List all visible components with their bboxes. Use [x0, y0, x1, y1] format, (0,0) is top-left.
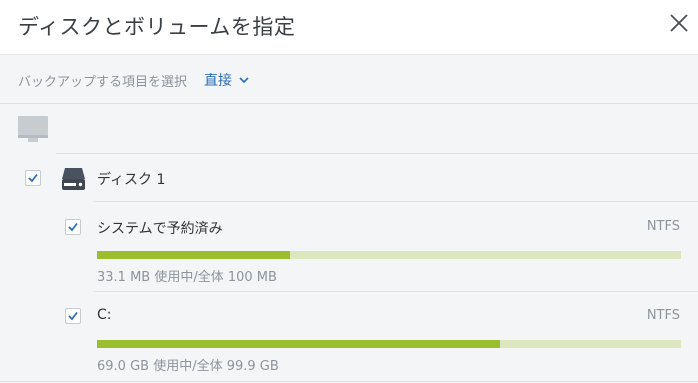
filesystem-type: NTFS [646, 219, 680, 234]
volume-usage-text: 33.1 MB 使用中/全体 100 MB [97, 270, 277, 285]
checkmark-icon [28, 173, 38, 183]
disk-checkbox[interactable] [25, 170, 41, 186]
volume-usage-fill [97, 251, 291, 259]
checkmark-icon [68, 311, 78, 321]
filesystem-type: NTFS [646, 308, 680, 323]
dialog-title: ディスクとボリュームを指定 [18, 15, 296, 39]
computer-monitor-icon [18, 116, 48, 142]
volume-label: C: [97, 307, 112, 323]
selection-mode-dropdown[interactable]: 直接 [204, 70, 250, 90]
selection-mode-bar: バックアップする項目を選択 直接 [0, 55, 698, 104]
volume-checkbox[interactable] [65, 219, 81, 235]
separator [94, 291, 698, 292]
hard-disk-icon [61, 166, 86, 192]
volume-label: システムで予約済み [97, 221, 223, 237]
dialog-header: ディスクとボリュームを指定 [0, 0, 698, 55]
disk-label: ディスク 1 [97, 172, 166, 188]
volume-usage-fill [97, 340, 500, 348]
dialog-content: バックアップする項目を選択 直接 ディスク 1 システムで予約済み NTFS 3… [0, 55, 698, 383]
volume-usage-text: 69.0 GB 使用中/全体 99.9 GB [97, 359, 279, 374]
selection-mode-label: バックアップする項目を選択 [18, 75, 188, 90]
separator [0, 381, 698, 382]
chevron-down-icon [239, 77, 250, 84]
close-icon[interactable] [668, 12, 690, 34]
volume-usage-bar [97, 340, 681, 348]
separator [94, 201, 698, 202]
separator [56, 153, 698, 154]
selection-mode-value: 直接 [204, 73, 232, 89]
volume-checkbox[interactable] [65, 308, 81, 324]
checkmark-icon [68, 222, 78, 232]
volume-usage-bar [97, 251, 681, 259]
